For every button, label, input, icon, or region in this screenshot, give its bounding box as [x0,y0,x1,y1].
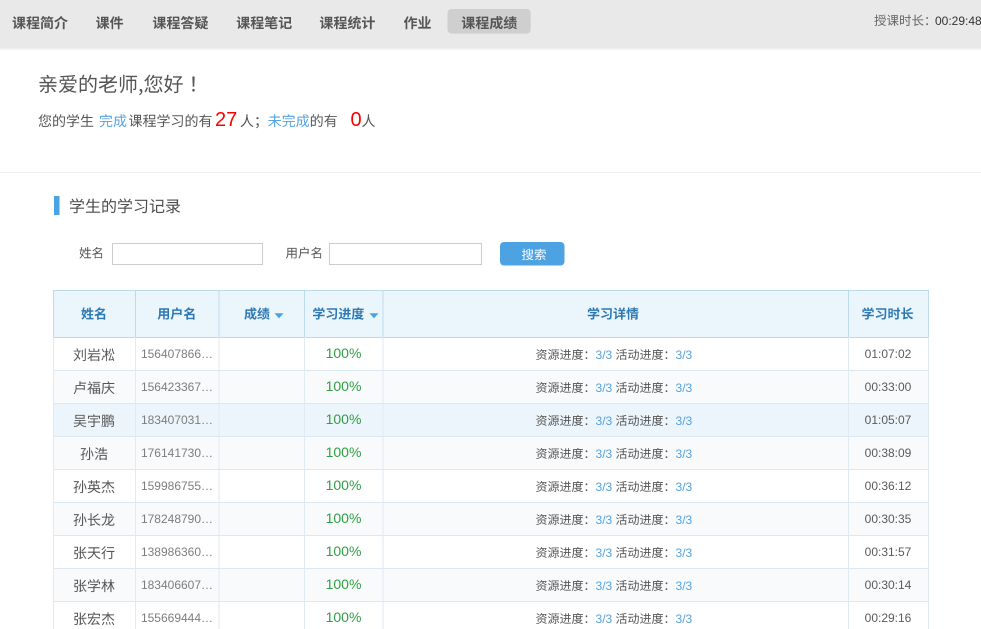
svg-text:00:38:09: 00:38:09 [865,446,912,460]
svg-text:100%: 100% [326,609,362,625]
svg-text:183406607…: 183406607… [141,578,213,592]
svg-text:00:29:16: 00:29:16 [865,611,912,625]
svg-text:100%: 100% [326,576,362,592]
svg-text:100%: 100% [326,345,362,361]
svg-text:00:31:57: 00:31:57 [865,545,912,559]
svg-text:00:30:14: 00:30:14 [865,578,912,592]
svg-text:100%: 100% [326,477,362,493]
svg-text:0: 0 [351,109,362,131]
svg-text:156423367…: 156423367… [141,380,213,394]
svg-text:27: 27 [215,109,237,131]
svg-text:01:07:02: 01:07:02 [865,347,912,361]
svg-text:00:30:35: 00:30:35 [865,512,912,526]
svg-text:183407031…: 183407031… [141,413,213,427]
svg-text:00:36:12: 00:36:12 [865,479,912,493]
svg-text:00:29:48: 00:29:48 [935,14,981,28]
svg-text:155669444…: 155669444… [141,611,213,625]
svg-text:100%: 100% [326,510,362,526]
svg-text:176141730…: 176141730… [141,446,213,460]
svg-text:01:05:07: 01:05:07 [865,413,912,427]
svg-text:159986755…: 159986755… [141,479,213,493]
svg-text:156407866…: 156407866… [141,347,213,361]
svg-text:100%: 100% [326,444,362,460]
svg-text:100%: 100% [326,543,362,559]
svg-text:100%: 100% [326,411,362,427]
svg-text:178248790…: 178248790… [141,512,213,526]
svg-text:138986360…: 138986360… [141,545,213,559]
svg-text:100%: 100% [326,378,362,394]
svg-text:00:33:00: 00:33:00 [865,380,912,394]
